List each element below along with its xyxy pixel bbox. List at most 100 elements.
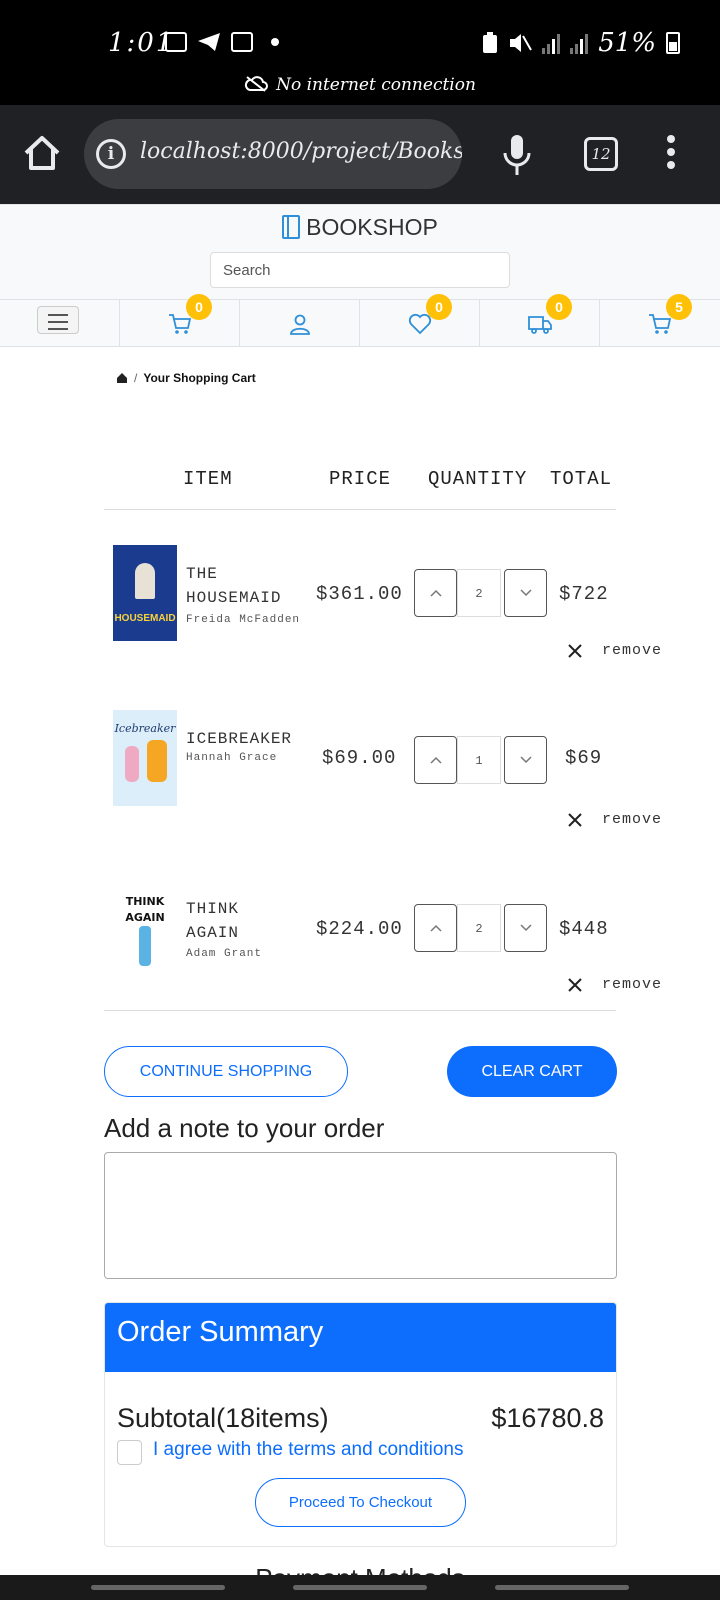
- close-icon: [568, 812, 582, 827]
- nav-bar: 0 0 0 5: [0, 294, 720, 347]
- signal-1-icon: [542, 32, 561, 54]
- site-info-icon[interactable]: i: [96, 139, 126, 169]
- telegram-icon: [198, 33, 220, 51]
- remove-button[interactable]: remove: [568, 642, 662, 659]
- order-note-field[interactable]: [104, 1152, 617, 1279]
- item-title[interactable]: THE HOUSEMAID: [186, 562, 281, 610]
- brand-name[interactable]: BOOKSHOP: [306, 214, 438, 240]
- remove-label[interactable]: remove: [602, 811, 662, 828]
- item-title[interactable]: ICEBREAKER: [186, 727, 292, 751]
- nav-delivery[interactable]: 0: [480, 294, 600, 347]
- quantity-increase-button[interactable]: [414, 736, 457, 784]
- remove-label[interactable]: remove: [602, 642, 662, 659]
- quantity-decrease-button[interactable]: [504, 569, 547, 617]
- brand[interactable]: BOOKSHOP: [0, 214, 720, 241]
- item-total: $69: [565, 747, 603, 769]
- breadcrumb: / Your Shopping Cart: [116, 371, 256, 385]
- remove-button[interactable]: remove: [568, 976, 662, 993]
- item-author: Hannah Grace: [186, 752, 278, 764]
- search-input[interactable]: [210, 252, 510, 288]
- column-total: TOTAL: [550, 468, 613, 490]
- cart-count-badge: 5: [666, 294, 692, 320]
- cart-item: THINK AGAIN THINK AGAIN Adam Grant $224.0…: [0, 868, 720, 1018]
- battery-saver-icon: [483, 32, 498, 53]
- close-icon: [568, 977, 582, 992]
- quantity-decrease-button[interactable]: [504, 904, 547, 952]
- clear-cart-button[interactable]: CLEAR CART: [447, 1046, 617, 1097]
- hamburger-menu-icon[interactable]: [37, 306, 79, 334]
- book-cover[interactable]: THINK AGAIN: [113, 882, 177, 978]
- order-note-label: Add a note to your order: [104, 1113, 385, 1143]
- quantity-input[interactable]: 2: [457, 904, 501, 952]
- quantity-increase-button[interactable]: [414, 904, 457, 952]
- item-price: $69.00: [322, 747, 397, 769]
- cloud-off-icon: [244, 76, 269, 92]
- status-bar: 1:01 51% No internet connection: [0, 0, 720, 105]
- item-author: Freida McFadden: [186, 614, 301, 626]
- network-status: No internet connection: [0, 75, 720, 95]
- quantity-input[interactable]: 2: [457, 569, 501, 617]
- microphone-icon[interactable]: [500, 133, 534, 177]
- site-header: BOOKSHOP: [0, 204, 720, 299]
- book-cover[interactable]: HOUSEMAID: [113, 545, 177, 641]
- home-icon[interactable]: [22, 133, 62, 173]
- quantity-increase-button[interactable]: [414, 569, 457, 617]
- breadcrumb-separator: /: [134, 371, 138, 385]
- home-gesture-button[interactable]: [293, 1585, 427, 1590]
- chevron-up-icon: [430, 756, 442, 764]
- url-text[interactable]: localhost:8000/project/Bookst: [140, 139, 462, 164]
- close-icon: [568, 643, 582, 658]
- remove-button[interactable]: remove: [568, 811, 662, 828]
- subtotal-label: Subtotal(18items): [117, 1403, 329, 1433]
- status-right: 51%: [482, 28, 680, 58]
- tab-switcher-button[interactable]: 12: [584, 137, 618, 171]
- nav-cart-left[interactable]: 0: [120, 294, 240, 347]
- book-cover[interactable]: Icebreaker: [113, 710, 177, 806]
- more-dot-icon: [271, 38, 279, 46]
- cover-title: HOUSEMAID: [114, 613, 176, 624]
- cover-title: THINK AGAIN: [125, 895, 165, 924]
- terms-label[interactable]: I agree with the terms and conditions: [153, 1439, 464, 1461]
- gallery-icon: [165, 32, 187, 52]
- home-icon[interactable]: [116, 372, 128, 384]
- column-quantity: QUANTITY: [428, 468, 528, 490]
- mute-icon: [510, 34, 533, 52]
- quantity-decrease-button[interactable]: [504, 736, 547, 784]
- checkout-button[interactable]: Proceed To Checkout: [255, 1478, 466, 1527]
- divider: [104, 509, 616, 510]
- recent-apps-button[interactable]: [91, 1585, 225, 1590]
- cart-badge: 0: [186, 294, 212, 320]
- browser-menu-icon[interactable]: [664, 135, 678, 175]
- book-icon: [282, 215, 301, 239]
- chevron-down-icon: [520, 589, 532, 597]
- continue-shopping-button[interactable]: CONTINUE SHOPPING: [104, 1046, 348, 1097]
- system-navigation-bar: [0, 1575, 720, 1600]
- battery-percent: 51%: [598, 28, 656, 58]
- back-button[interactable]: [495, 1585, 629, 1590]
- item-total: $448: [559, 918, 609, 940]
- address-bar[interactable]: i localhost:8000/project/Bookst: [84, 119, 462, 189]
- column-price: PRICE: [329, 468, 392, 490]
- nav-account[interactable]: [240, 300, 360, 347]
- subtotal-value: $16780.8: [491, 1403, 604, 1433]
- item-price: $361.00: [316, 583, 403, 605]
- remove-label[interactable]: remove: [602, 976, 662, 993]
- network-message: No internet connection: [276, 75, 476, 95]
- nav-menu: [0, 300, 120, 347]
- terms-checkbox[interactable]: [117, 1440, 142, 1465]
- column-item: ITEM: [183, 468, 233, 490]
- delivery-badge: 0: [546, 294, 572, 320]
- item-title[interactable]: THINK AGAIN: [186, 897, 239, 945]
- cart-item: HOUSEMAID THE HOUSEMAID Freida McFadden $…: [0, 535, 720, 685]
- notification-icons: [165, 32, 279, 52]
- chevron-up-icon: [430, 924, 442, 932]
- nav-cart-right[interactable]: 5: [600, 294, 720, 347]
- browser-toolbar: i localhost:8000/project/Bookst 12: [0, 105, 720, 204]
- signal-2-icon: [570, 32, 589, 54]
- user-icon[interactable]: [288, 312, 312, 336]
- nav-wishlist[interactable]: 0: [360, 294, 480, 347]
- item-total: $722: [559, 583, 609, 605]
- breadcrumb-current: Your Shopping Cart: [143, 371, 256, 385]
- app-icon: [231, 32, 253, 52]
- quantity-input[interactable]: 1: [457, 736, 501, 784]
